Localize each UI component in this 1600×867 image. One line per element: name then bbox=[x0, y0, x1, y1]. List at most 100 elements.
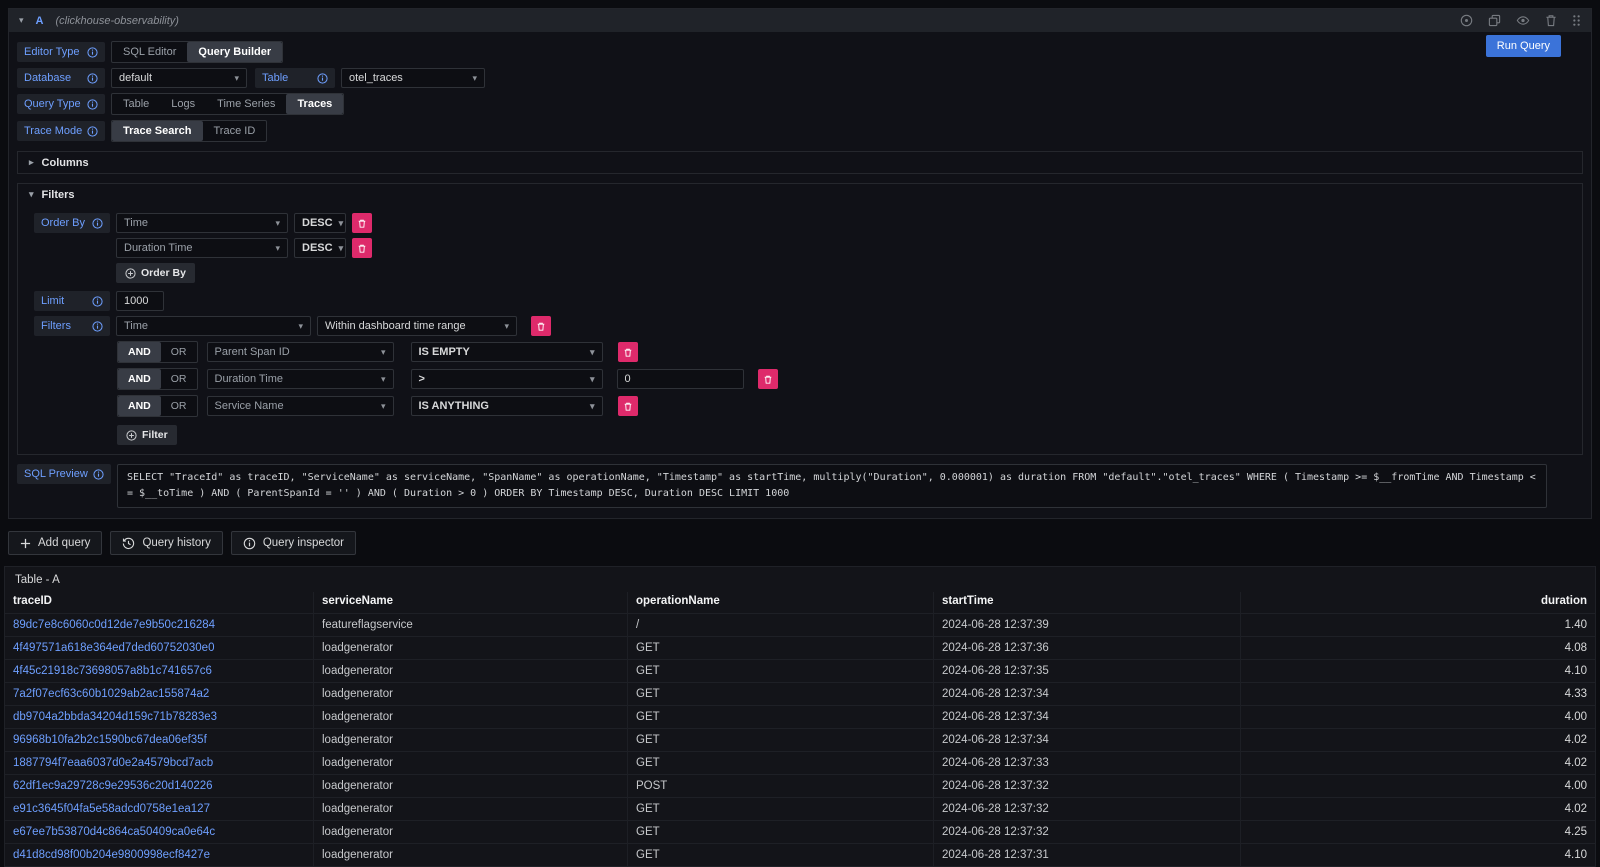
column-header-traceID[interactable]: traceID bbox=[5, 592, 314, 613]
trace-link[interactable]: 4f497571a618e364ed7ded60752030e0 bbox=[5, 636, 314, 659]
cell-operationName: GET bbox=[628, 751, 934, 774]
info-icon bbox=[87, 126, 98, 137]
tab-query-builder[interactable]: Query Builder bbox=[187, 42, 282, 62]
cell-startTime: 2024-06-28 12:37:32 bbox=[934, 797, 1241, 820]
columns-section-header[interactable]: ▸ Columns bbox=[18, 152, 1582, 173]
query-header-actions bbox=[1460, 14, 1581, 27]
cell-serviceName: loadgenerator bbox=[314, 843, 628, 866]
order-by-direction-select[interactable]: DESC▾ bbox=[294, 213, 346, 233]
trace-link[interactable]: e91c3645f04fa5e58adcd0758e1ea127 bbox=[5, 797, 314, 820]
trace-link[interactable]: 7a2f07ecf63c60b1029ab2ac155874a2 bbox=[5, 682, 314, 705]
cell-duration: 4.02 bbox=[1241, 797, 1595, 820]
table-row: 7a2f07ecf63c60b1029ab2ac155874a2loadgene… bbox=[5, 682, 1595, 705]
tab-sql-editor[interactable]: SQL Editor bbox=[112, 42, 187, 62]
table-panel-title: Table - A bbox=[5, 567, 1595, 592]
filter-field-select[interactable]: Duration Time▾ bbox=[207, 369, 394, 389]
cell-operationName: POST bbox=[628, 774, 934, 797]
limit-input[interactable] bbox=[116, 291, 164, 311]
filter-operator-select[interactable]: >▾ bbox=[411, 369, 603, 389]
order-by-field-select[interactable]: Time▾ bbox=[116, 213, 288, 233]
trace-link[interactable]: d41d8cd98f00b204e9800998ecf8427e bbox=[5, 843, 314, 866]
filter-operator-select[interactable]: IS EMPTY▾ bbox=[411, 342, 603, 362]
filter-value-input[interactable] bbox=[617, 369, 744, 389]
remove-filter-button[interactable] bbox=[618, 342, 638, 362]
cell-serviceName: loadgenerator bbox=[314, 636, 628, 659]
filter-operator-select[interactable]: IS ANYTHING▾ bbox=[411, 396, 603, 416]
tab-traces[interactable]: Traces bbox=[286, 94, 343, 114]
table-row: e67ee7b53870d4c864ca50409ca0e64cloadgene… bbox=[5, 820, 1595, 843]
table-row: 4f497571a618e364ed7ded60752030e0loadgene… bbox=[5, 636, 1595, 659]
cell-duration: 4.08 bbox=[1241, 636, 1595, 659]
tab-logs[interactable]: Logs bbox=[160, 94, 206, 114]
and-option[interactable]: AND bbox=[118, 342, 161, 362]
trace-link[interactable]: db9704a2bbda34204d159c71b78283e3 bbox=[5, 705, 314, 728]
trace-link[interactable]: 1887794f7eaa6037d0e2a4579bcd7acb bbox=[5, 751, 314, 774]
info-icon bbox=[92, 218, 103, 229]
time-filter-row: Filters Time▾ Within dashboard time rang… bbox=[34, 316, 1582, 336]
columns-section: ▸ Columns bbox=[17, 151, 1583, 174]
tab-trace-search[interactable]: Trace Search bbox=[112, 121, 203, 141]
and-option[interactable]: AND bbox=[118, 369, 161, 389]
and-option[interactable]: AND bbox=[118, 396, 161, 416]
tab-time-series[interactable]: Time Series bbox=[206, 94, 286, 114]
or-option[interactable]: OR bbox=[161, 396, 197, 416]
column-header-duration[interactable]: duration bbox=[1241, 592, 1595, 613]
query-row-header[interactable]: ▾ A (clickhouse-observability) bbox=[9, 9, 1591, 32]
help-icon[interactable] bbox=[1460, 14, 1473, 27]
table-label-chip: Table bbox=[255, 68, 335, 88]
column-header-serviceName[interactable]: serviceName bbox=[314, 592, 628, 613]
filter-field-select[interactable]: Parent Span ID▾ bbox=[207, 342, 394, 362]
trace-link[interactable]: 62df1ec9a29728c9e29536c20d140226 bbox=[5, 774, 314, 797]
sql-preview-code: SELECT "TraceId" as traceID, "ServiceNam… bbox=[117, 464, 1547, 508]
cell-startTime: 2024-06-28 12:37:32 bbox=[934, 774, 1241, 797]
filters-section-header[interactable]: ▾ Filters bbox=[18, 184, 1582, 205]
cell-startTime: 2024-06-28 12:37:36 bbox=[934, 636, 1241, 659]
add-filter-button[interactable]: Filter bbox=[117, 425, 177, 445]
drag-handle-icon[interactable] bbox=[1572, 14, 1581, 27]
remove-filter-button[interactable] bbox=[618, 396, 638, 416]
duplicate-icon[interactable] bbox=[1488, 14, 1501, 27]
filter-field-select[interactable]: Service Name▾ bbox=[207, 396, 394, 416]
filter-field-select[interactable]: Time▾ bbox=[116, 316, 311, 336]
add-query-button[interactable]: Add query bbox=[8, 531, 102, 555]
trash-icon[interactable] bbox=[1545, 14, 1557, 27]
remove-filter-button[interactable] bbox=[531, 316, 551, 336]
database-select[interactable]: default▾ bbox=[111, 68, 247, 88]
order-by-direction-select[interactable]: DESC▾ bbox=[294, 238, 346, 258]
tab-table[interactable]: Table bbox=[112, 94, 160, 114]
table-select[interactable]: otel_traces▾ bbox=[341, 68, 485, 88]
remove-order-by-button[interactable] bbox=[352, 213, 372, 233]
order-by-field-select[interactable]: Duration Time▾ bbox=[116, 238, 288, 258]
info-icon bbox=[92, 296, 103, 307]
cell-serviceName: loadgenerator bbox=[314, 820, 628, 843]
chevron-down-icon: ▾ bbox=[234, 74, 239, 83]
or-option[interactable]: OR bbox=[161, 369, 197, 389]
cell-operationName: / bbox=[628, 613, 934, 636]
cell-serviceName: loadgenerator bbox=[314, 751, 628, 774]
or-option[interactable]: OR bbox=[161, 342, 197, 362]
query-inspector-button[interactable]: Query inspector bbox=[231, 531, 356, 555]
limit-row: Limit bbox=[34, 291, 1582, 311]
cell-operationName: GET bbox=[628, 728, 934, 751]
trace-link[interactable]: 89dc7e8c6060c0d12de7e9b50c216284 bbox=[5, 613, 314, 636]
filter-operator-select[interactable]: Within dashboard time range▾ bbox=[317, 316, 517, 336]
eye-icon[interactable] bbox=[1516, 14, 1530, 27]
query-type-switch: Table Logs Time Series Traces bbox=[111, 93, 344, 115]
cell-duration: 4.02 bbox=[1241, 751, 1595, 774]
remove-order-by-button[interactable] bbox=[352, 238, 372, 258]
chevron-down-icon: ▾ bbox=[298, 322, 303, 331]
query-history-button[interactable]: Query history bbox=[110, 531, 222, 555]
trace-link[interactable]: e67ee7b53870d4c864ca50409ca0e64c bbox=[5, 820, 314, 843]
query-type-label-chip: Query Type bbox=[17, 94, 105, 114]
info-icon bbox=[92, 321, 103, 332]
tab-trace-id[interactable]: Trace ID bbox=[203, 121, 267, 141]
plus-circle-icon bbox=[125, 268, 136, 279]
trace-link[interactable]: 4f45c21918c73698057a8b1c741657c6 bbox=[5, 659, 314, 682]
add-order-by-button[interactable]: Order By bbox=[116, 263, 195, 283]
column-header-operationName[interactable]: operationName bbox=[628, 592, 934, 613]
column-header-startTime[interactable]: startTime bbox=[934, 592, 1241, 613]
remove-filter-button[interactable] bbox=[758, 369, 778, 389]
chevron-down-icon[interactable]: ▾ bbox=[19, 15, 24, 26]
trace-link[interactable]: 96968b10fa2b2c1590bc67dea06ef35f bbox=[5, 728, 314, 751]
run-query-button[interactable]: Run Query bbox=[1486, 35, 1561, 57]
